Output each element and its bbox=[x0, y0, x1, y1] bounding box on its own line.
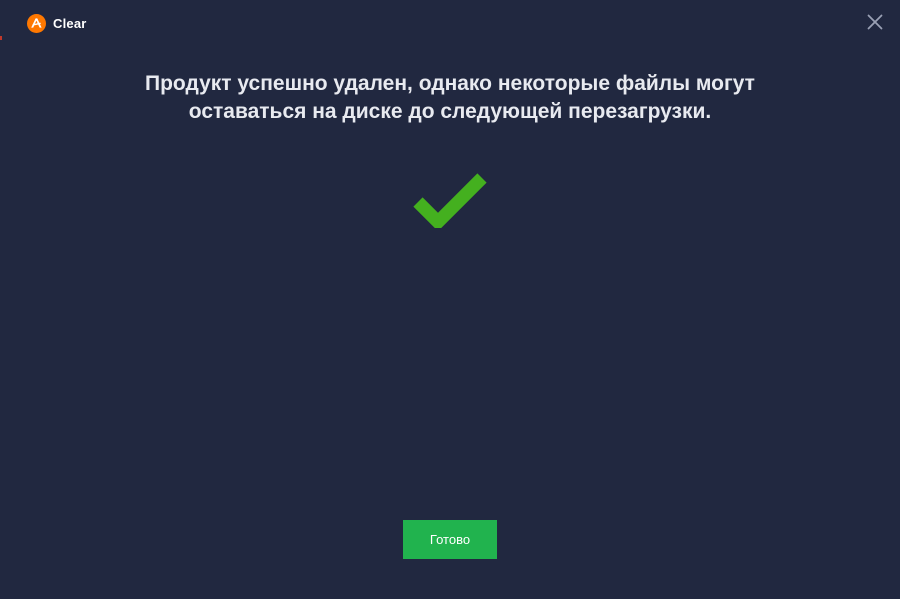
close-icon bbox=[862, 9, 888, 35]
status-message-line-2: оставаться на диске до следующей перезаг… bbox=[188, 100, 712, 123]
avast-logo-icon bbox=[27, 14, 46, 33]
app-title: Clear bbox=[53, 16, 87, 31]
window-edge-mark bbox=[0, 36, 2, 40]
uninstall-complete-window: Clear Продукт успешно удален, однако нек… bbox=[0, 0, 900, 599]
status-message-line-1: Продукт успешно удален, однако некоторые… bbox=[145, 72, 755, 95]
close-button[interactable] bbox=[862, 9, 888, 35]
done-button[interactable]: Готово bbox=[403, 520, 497, 559]
title-bar: Clear bbox=[0, 0, 900, 46]
checkmark-icon bbox=[412, 166, 488, 228]
status-message: Продукт успешно удален, однако некоторые… bbox=[80, 70, 820, 126]
